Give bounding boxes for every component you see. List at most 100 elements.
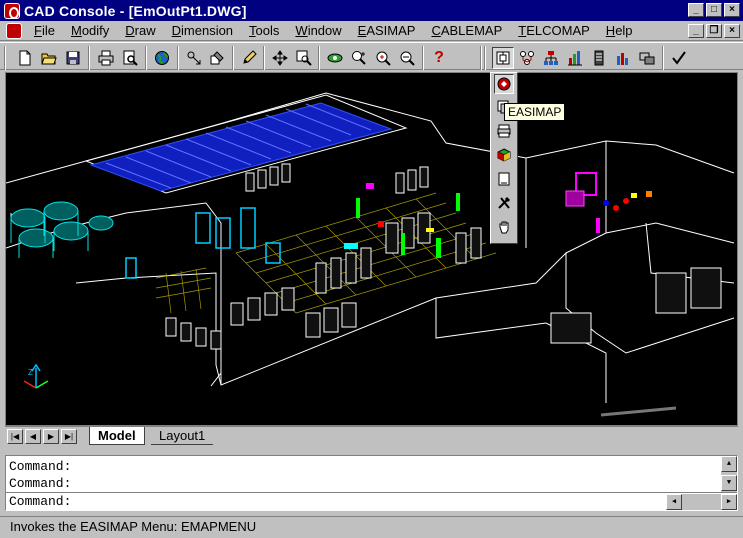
org-chart-button[interactable] bbox=[540, 47, 562, 69]
menu-dimension[interactable]: Dimension bbox=[164, 23, 241, 38]
printer-icon bbox=[497, 124, 511, 138]
flyout-document-button[interactable] bbox=[494, 169, 514, 189]
snap-button[interactable] bbox=[183, 47, 205, 69]
toolbar-separator bbox=[263, 46, 265, 70]
status-bar: Invokes the EASIMAP Menu: EMAPMENU bbox=[0, 516, 743, 538]
tab-layout1[interactable]: Layout1 bbox=[151, 427, 214, 445]
scroll-down-button[interactable]: ▼ bbox=[721, 475, 737, 491]
menu-tools[interactable]: Tools bbox=[241, 23, 287, 38]
menu-file[interactable]: File bbox=[26, 23, 63, 38]
edit-button[interactable] bbox=[238, 47, 260, 69]
scroll-left-button[interactable]: ◀ bbox=[666, 494, 682, 510]
save-button[interactable] bbox=[62, 47, 84, 69]
match-properties-icon bbox=[210, 51, 224, 65]
org-chart-icon bbox=[544, 51, 558, 65]
first-tab-button[interactable]: |◀ bbox=[7, 429, 23, 444]
doc-restore-button[interactable]: ❐ bbox=[706, 24, 722, 38]
command-input-row[interactable]: Command: ◀ ▶ bbox=[6, 492, 737, 510]
scroll-right-button[interactable]: ▶ bbox=[721, 494, 737, 510]
stats-icon bbox=[617, 53, 628, 65]
print-preview-icon bbox=[123, 50, 138, 66]
menu-bar: File Modify Draw Dimension Tools Window … bbox=[0, 21, 743, 41]
flyout-3d-button[interactable] bbox=[494, 145, 514, 165]
open-button[interactable] bbox=[38, 47, 60, 69]
flyout-print-button[interactable] bbox=[494, 121, 514, 141]
next-tab-button[interactable]: ▶ bbox=[43, 429, 59, 444]
command-vertical-scrollbar[interactable]: ▲ ▼ bbox=[721, 456, 737, 492]
new-button[interactable] bbox=[14, 47, 36, 69]
tab-model[interactable]: Model bbox=[89, 427, 145, 445]
new-icon bbox=[19, 50, 31, 66]
menu-cablemap[interactable]: CABLEMAP bbox=[423, 23, 510, 38]
document-icon[interactable] bbox=[6, 22, 22, 39]
match-properties-button[interactable] bbox=[206, 47, 228, 69]
help-icon: ? bbox=[434, 49, 444, 66]
network-tool-button[interactable] bbox=[516, 47, 538, 69]
rack-button[interactable] bbox=[588, 47, 610, 69]
command-horizontal-scrollbar[interactable]: ◀ ▶ bbox=[666, 494, 737, 510]
help-button[interactable]: ? bbox=[428, 47, 450, 69]
toolbar-separator bbox=[480, 46, 482, 70]
zoom-realtime-button[interactable] bbox=[348, 47, 370, 69]
toolbar-separator bbox=[662, 46, 664, 70]
zoom-previous-button[interactable] bbox=[372, 47, 394, 69]
last-tab-button[interactable]: ▶| bbox=[61, 429, 77, 444]
equipment-button[interactable] bbox=[636, 47, 658, 69]
previous-tab-button[interactable]: ◀ bbox=[25, 429, 41, 444]
drawing-canvas[interactable]: Z bbox=[5, 72, 738, 426]
flyout-hand-button[interactable] bbox=[494, 217, 514, 237]
rack-icon bbox=[594, 50, 604, 66]
doc-minimize-button[interactable]: _ bbox=[688, 24, 704, 38]
print-icon bbox=[98, 50, 114, 66]
zoom-extents-button[interactable] bbox=[396, 47, 418, 69]
menu-window[interactable]: Window bbox=[287, 23, 349, 38]
zoom-realtime-icon bbox=[352, 51, 366, 65]
maximize-button[interactable]: □ bbox=[706, 3, 722, 17]
toolbar-separator bbox=[88, 46, 90, 70]
app-icon[interactable] bbox=[4, 2, 20, 19]
accept-button[interactable] bbox=[668, 47, 690, 69]
menu-telcomap[interactable]: TELCOMAP bbox=[510, 23, 598, 38]
toolbar-separator bbox=[318, 46, 320, 70]
command-window[interactable]: Command: Command: ▲ ▼ Command: ◀ ▶ bbox=[5, 455, 738, 511]
zoom-window-button[interactable] bbox=[293, 47, 315, 69]
toolbar-separator bbox=[422, 46, 424, 70]
flyout-easimap-button[interactable] bbox=[494, 74, 514, 94]
menu-easimap[interactable]: EASIMAP bbox=[350, 23, 424, 38]
bar-chart-button[interactable] bbox=[564, 47, 586, 69]
menu-draw[interactable]: Draw bbox=[117, 23, 163, 38]
watermark-logo bbox=[600, 406, 677, 417]
stats-button[interactable] bbox=[612, 47, 634, 69]
browse-web-button[interactable] bbox=[151, 47, 173, 69]
print-preview-button[interactable] bbox=[119, 47, 141, 69]
network-icon bbox=[520, 51, 534, 65]
globe-icon bbox=[155, 51, 169, 65]
easimap-icon bbox=[497, 77, 511, 91]
save-icon bbox=[66, 51, 80, 65]
orbit-button[interactable] bbox=[324, 47, 346, 69]
zoom-extents-icon bbox=[400, 51, 415, 66]
window-title: CAD Console - [EmOutPt1.DWG] bbox=[24, 2, 247, 19]
bar-chart-icon bbox=[568, 51, 582, 66]
minimize-button[interactable]: _ bbox=[688, 3, 704, 17]
menu-help[interactable]: Help bbox=[598, 23, 641, 38]
scroll-up-button[interactable]: ▲ bbox=[721, 456, 737, 472]
command-prompt[interactable]: Command: bbox=[9, 493, 71, 510]
doc-close-button[interactable]: × bbox=[724, 24, 740, 38]
yellow-grid bbox=[155, 192, 497, 314]
print-button[interactable] bbox=[95, 47, 117, 69]
pencil-icon bbox=[243, 50, 257, 64]
document-window-controls: _ ❐ × bbox=[688, 24, 740, 38]
title-bar: CAD Console - [EmOutPt1.DWG] _ □ × bbox=[0, 0, 743, 21]
pan-button[interactable] bbox=[269, 47, 291, 69]
toolbar-separator bbox=[145, 46, 147, 70]
checkmark-icon bbox=[672, 51, 686, 65]
zoom-window-icon bbox=[296, 50, 312, 66]
easimap-toolbar-button[interactable] bbox=[492, 47, 514, 69]
zoom-previous-icon bbox=[376, 51, 391, 66]
menu-modify[interactable]: Modify bbox=[63, 23, 117, 38]
flyout-tools-button[interactable] bbox=[494, 193, 514, 213]
easimap-icon bbox=[496, 51, 510, 65]
close-button[interactable]: × bbox=[724, 3, 740, 17]
easimap-flyout bbox=[490, 72, 518, 244]
